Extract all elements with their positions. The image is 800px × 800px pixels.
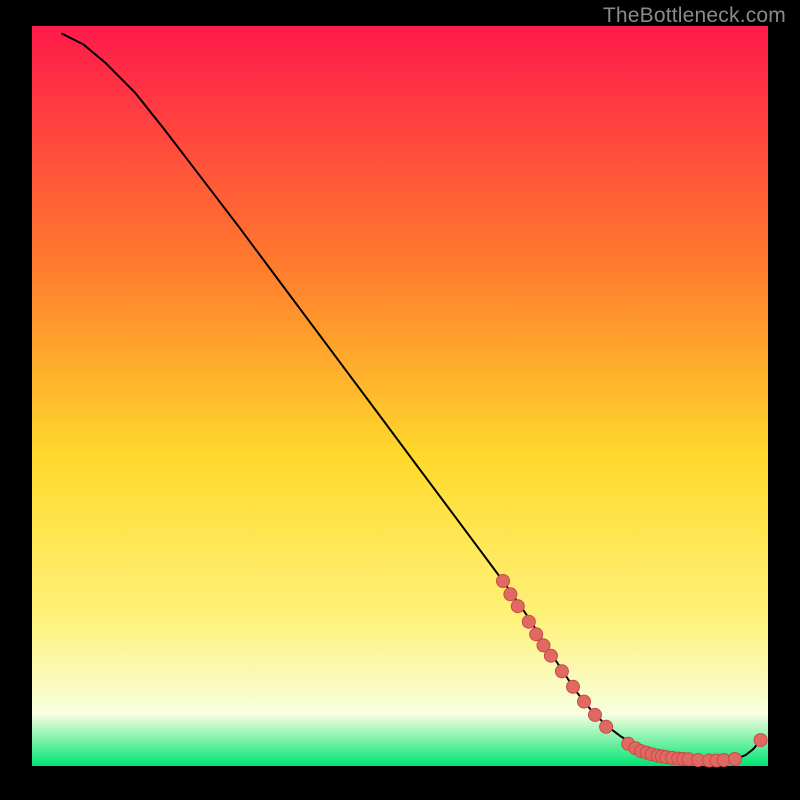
data-dot xyxy=(555,665,568,678)
data-dot xyxy=(504,588,517,601)
chart-container: { "attribution": "TheBottleneck.com", "c… xyxy=(0,0,800,800)
data-dot xyxy=(567,680,580,693)
data-dot xyxy=(522,615,535,628)
data-dot xyxy=(728,753,741,766)
bottleneck-chart xyxy=(0,0,800,800)
data-dot xyxy=(589,708,602,721)
data-dot xyxy=(600,720,613,733)
data-dot xyxy=(544,649,557,662)
data-dot xyxy=(530,628,543,641)
data-dot xyxy=(754,734,767,747)
data-dot xyxy=(511,600,524,613)
data-dot xyxy=(578,695,591,708)
plot-background xyxy=(32,26,768,766)
data-dot xyxy=(497,575,510,588)
attribution-text: TheBottleneck.com xyxy=(603,4,786,28)
